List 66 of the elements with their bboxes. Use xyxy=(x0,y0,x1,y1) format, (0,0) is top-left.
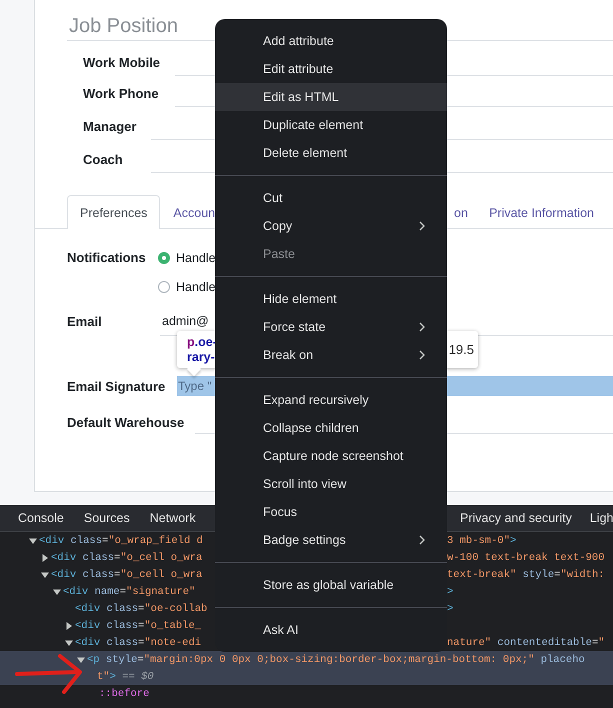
code-line: 3 mb-sm-0"> xyxy=(447,534,516,546)
devtools-tab[interactable]: Ligh xyxy=(580,505,613,531)
menu-item[interactable]: Cut xyxy=(215,184,447,212)
menu-item[interactable]: Copy xyxy=(215,212,447,240)
code-line: ::before xyxy=(99,688,150,700)
field-label: Notifications xyxy=(67,249,147,267)
menu-item[interactable]: Store as global variable xyxy=(215,571,447,599)
menu-item[interactable]: Capture node screenshot xyxy=(215,442,447,470)
menu-item[interactable]: Delete element xyxy=(215,139,447,167)
collapsed-triangle-icon[interactable] xyxy=(41,554,49,562)
expanded-triangle-icon[interactable] xyxy=(53,588,61,596)
selector-text: rary- xyxy=(187,350,216,364)
devtools-tab[interactable]: Privacy and security xyxy=(451,505,581,531)
tab[interactable]: Preferences xyxy=(67,195,160,229)
devtools-tab[interactable]: Network xyxy=(140,505,205,531)
code-line: <div name="signature" xyxy=(63,586,196,598)
devtools-tab[interactable]: Sources xyxy=(74,505,139,531)
tab[interactable]: Accoun xyxy=(160,195,216,229)
menu-item[interactable]: Ask AI xyxy=(215,616,447,644)
collapsed-triangle-icon[interactable] xyxy=(65,622,73,630)
menu-item[interactable]: Add attribute xyxy=(215,27,447,55)
field-label: Email Signature xyxy=(67,378,166,396)
menu-item[interactable]: Collapse children xyxy=(215,414,447,442)
code-line: t"> == $0 xyxy=(97,670,154,682)
expanded-triangle-icon[interactable] xyxy=(29,536,37,544)
menu-item[interactable]: Focus xyxy=(215,498,447,526)
code-line: text-break" style="width: xyxy=(447,568,605,580)
menu-item[interactable]: Edit attribute xyxy=(215,55,447,83)
radio-label: Handle xyxy=(176,280,216,294)
selector-text: p.oe- xyxy=(187,334,217,350)
menu-item[interactable]: Break on xyxy=(215,341,447,369)
code-line: <p style="margin:0px 0 0px 0;box-sizing:border-box;margin-bottom: 0px;" placeho xyxy=(87,654,585,666)
menu-item[interactable]: Force state xyxy=(215,313,447,341)
field-label: Manager xyxy=(83,119,138,136)
field-label: Work Mobile xyxy=(83,55,162,72)
tab[interactable]: on xyxy=(451,195,471,229)
field-label: Email xyxy=(67,313,103,331)
expanded-triangle-icon[interactable] xyxy=(41,570,49,578)
field-label: Coach xyxy=(83,152,124,169)
radio-label: Handle xyxy=(176,250,216,264)
menu-item[interactable]: Edit as HTML xyxy=(215,83,447,111)
expanded-triangle-icon[interactable] xyxy=(65,638,73,646)
code-line: <div class="o_wrap_field d xyxy=(39,534,203,546)
tab[interactable]: Private Information xyxy=(476,195,607,229)
code-line: <div class="o_cell o_wra xyxy=(51,568,202,580)
menu-item[interactable]: Duplicate element xyxy=(215,111,447,139)
code-line: <div class="o_table_ xyxy=(75,620,202,632)
field-label: Work Phone xyxy=(83,86,160,103)
size-text: 19.5 xyxy=(448,342,474,357)
code-line: > xyxy=(447,602,454,614)
selected-node-row[interactable]: <p style="margin:0px 0 0px 0;box-sizing:border-box;margin-bottom: 0px;" placeho xyxy=(0,651,613,668)
radio-button[interactable] xyxy=(158,252,170,264)
menu-item[interactable]: Scroll into view xyxy=(215,470,447,498)
expanded-triangle-icon[interactable] xyxy=(77,656,85,664)
code-line: nature" contenteditable=" xyxy=(447,636,605,648)
menu-item[interactable]: Expand recursively xyxy=(215,386,447,414)
devtools-tab[interactable]: Console xyxy=(9,505,73,531)
code-line: <div class="o_cell o_wra xyxy=(51,552,202,564)
code-line: w-100 text-break text-900 xyxy=(447,552,605,564)
menu-item[interactable]: Hide element xyxy=(215,285,447,313)
code-line: <div class="note-edi xyxy=(75,636,202,648)
radio-button[interactable] xyxy=(158,280,170,292)
menu-item[interactable]: Badge settings xyxy=(215,526,447,554)
code-line: <div class="oe-collab xyxy=(75,602,208,614)
field-label: Default Warehouse xyxy=(67,414,186,432)
code-line: > xyxy=(447,586,454,598)
